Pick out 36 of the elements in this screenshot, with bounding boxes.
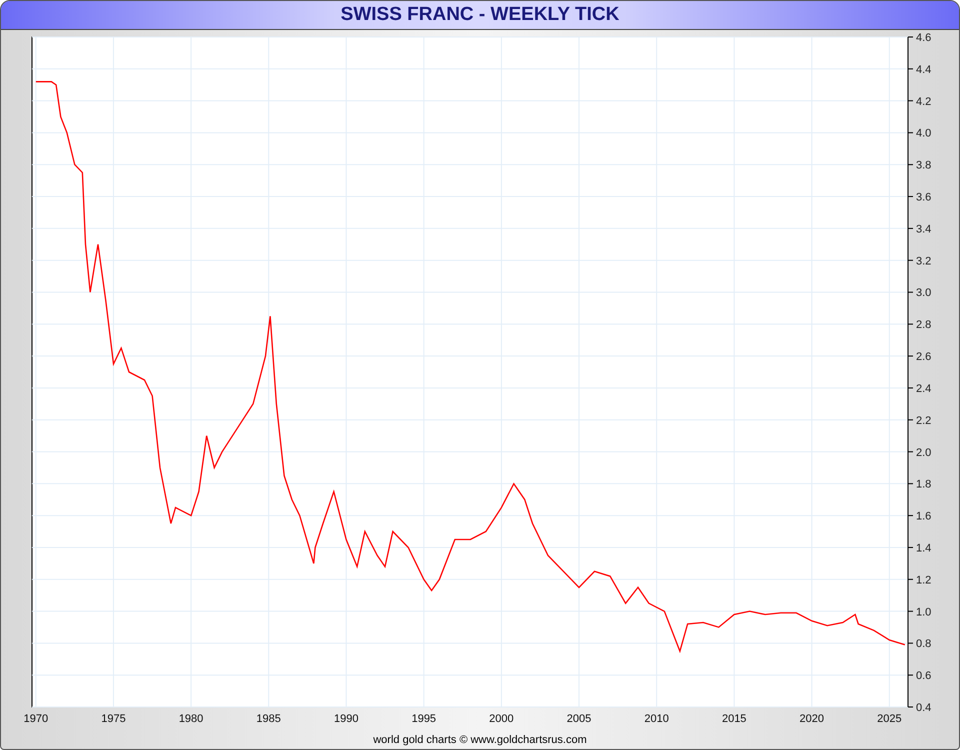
x-tick-label: 1995 bbox=[412, 713, 436, 725]
y-tick-label: 1.4 bbox=[916, 542, 932, 554]
y-tick-label: 3.8 bbox=[916, 160, 932, 172]
y-tick-label: 4.6 bbox=[916, 32, 932, 44]
x-tick-label: 1985 bbox=[256, 713, 281, 725]
y-tick-label: 1.6 bbox=[916, 510, 932, 523]
y-tick-label: 1.2 bbox=[916, 574, 932, 586]
y-tick-label: 4.2 bbox=[916, 96, 932, 108]
y-tick-label: 2.6 bbox=[916, 351, 932, 364]
x-tick-label: 2005 bbox=[566, 713, 592, 725]
x-tick-label: 1990 bbox=[334, 713, 358, 725]
copyright-text: world gold charts © www.goldchartsrus.com bbox=[373, 734, 587, 746]
x-tick-label: 2015 bbox=[722, 713, 746, 725]
x-tick-label: 2020 bbox=[800, 713, 824, 725]
y-tick-label: 0.6 bbox=[916, 670, 932, 682]
y-tick-label: 4.0 bbox=[916, 128, 932, 140]
y-tick-label: 1.8 bbox=[916, 478, 932, 491]
y-tick-label: 2.4 bbox=[916, 382, 932, 395]
y-tick-label: 4.4 bbox=[916, 64, 932, 76]
y-tick-label: 2.8 bbox=[916, 319, 932, 332]
y-tick-label: 3.6 bbox=[916, 192, 932, 204]
y-tick-label: 3.0 bbox=[916, 287, 932, 300]
x-tick-label: 1970 bbox=[24, 713, 48, 725]
y-tick-label: 2.2 bbox=[916, 414, 932, 427]
x-tick-label: 2010 bbox=[644, 713, 669, 725]
x-tick-label: 2025 bbox=[877, 713, 902, 725]
window-title: SWISS FRANC - WEEKLY TICK bbox=[1, 1, 959, 30]
y-tick-label: 0.8 bbox=[916, 638, 932, 650]
x-tick-label: 2000 bbox=[489, 713, 514, 725]
y-tick-label: 2.0 bbox=[916, 446, 932, 459]
y-tick-label: 3.2 bbox=[916, 255, 932, 268]
x-tick-label: 1980 bbox=[178, 713, 204, 725]
y-tick-label: 1.0 bbox=[916, 606, 932, 618]
y-tick-label: 3.4 bbox=[916, 223, 932, 236]
y-tick-label: 0.4 bbox=[916, 702, 932, 714]
x-tick-label: 1975 bbox=[101, 713, 126, 725]
